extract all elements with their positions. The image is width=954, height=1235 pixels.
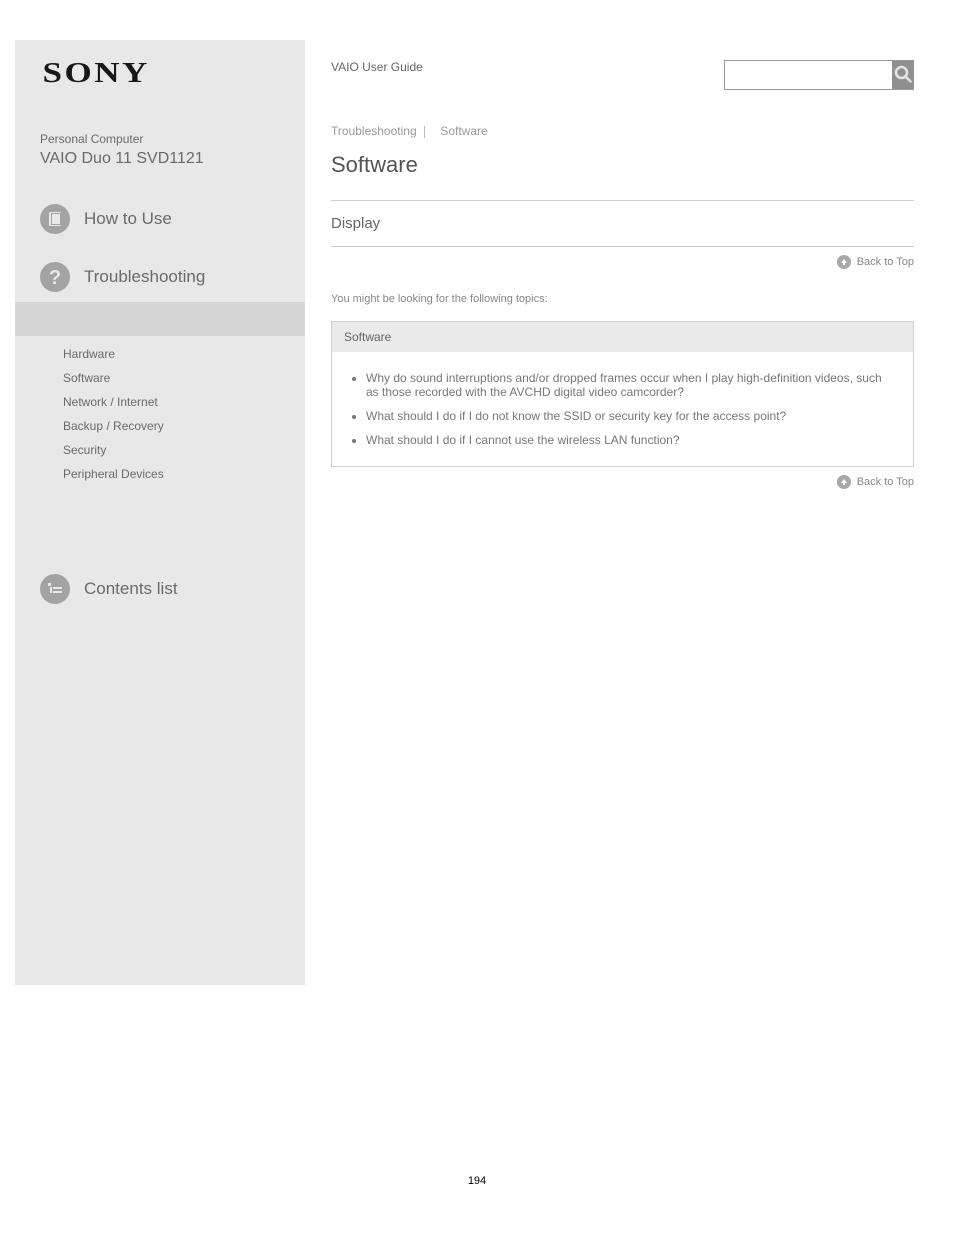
main-content: VAIO User Guide Troubleshooting Software… [305, 40, 914, 985]
topic-link[interactable]: What should I do if I do not know the SS… [366, 404, 895, 428]
sub-network[interactable]: Network / Internet [63, 390, 305, 414]
troubleshooting-sublist: Hardware Software Network / Internet Bac… [15, 336, 305, 508]
nav-contents[interactable]: Contents list [15, 568, 305, 610]
section-display[interactable]: Display [331, 201, 914, 246]
arrow-up-icon [837, 475, 851, 489]
nav-how-to-use[interactable]: How to Use [15, 198, 305, 240]
product-model: VAIO Duo 11 SVD1121 [15, 150, 305, 198]
book-icon [40, 204, 70, 234]
topic-link[interactable]: Why do sound interruptions and/or droppe… [366, 366, 895, 404]
back-to-top[interactable]: Back to Top [837, 255, 914, 269]
nav-label: Troubleshooting [84, 267, 205, 287]
page-number: 194 [0, 985, 954, 1207]
crumb-a[interactable]: Troubleshooting [331, 124, 417, 138]
product-line: Personal Computer [15, 90, 305, 150]
nav-troubleshooting[interactable]: ? Troubleshooting [15, 256, 305, 298]
related-topics: Software Why do sound interruptions and/… [331, 321, 914, 467]
question-icon: ? [40, 262, 70, 292]
sub-backup[interactable]: Backup / Recovery [63, 414, 305, 438]
crumb-b[interactable]: Software [440, 124, 487, 138]
nav-troubleshooting-active [15, 302, 305, 336]
back-to-top-label: Back to Top [857, 476, 914, 488]
back-to-top[interactable]: Back to Top [837, 475, 914, 489]
search-input[interactable] [725, 61, 892, 89]
topics-header: Software [332, 322, 913, 352]
topic-link[interactable]: What should I do if I cannot use the wir… [366, 428, 895, 452]
nav-label: How to Use [84, 209, 172, 229]
back-to-top-label: Back to Top [857, 256, 914, 268]
sub-software[interactable]: Software [63, 366, 305, 390]
nav-label: Contents list [84, 579, 178, 599]
search-box [724, 60, 914, 90]
disclaimer: You might be looking for the following t… [331, 277, 914, 317]
breadcrumb: Troubleshooting Software [331, 90, 914, 146]
sub-hardware[interactable]: Hardware [63, 342, 305, 366]
arrow-up-icon [837, 255, 851, 269]
sidebar: SONY Personal Computer VAIO Duo 11 SVD11… [15, 40, 305, 985]
page-title: Software [331, 146, 914, 200]
sub-peripheral[interactable]: Peripheral Devices [63, 462, 305, 486]
svg-text:?: ? [49, 267, 61, 289]
sub-security[interactable]: Security [63, 438, 305, 462]
brand-logo: SONY [15, 58, 378, 90]
list-icon [40, 574, 70, 604]
search-icon [893, 64, 913, 87]
search-button[interactable] [892, 61, 913, 89]
